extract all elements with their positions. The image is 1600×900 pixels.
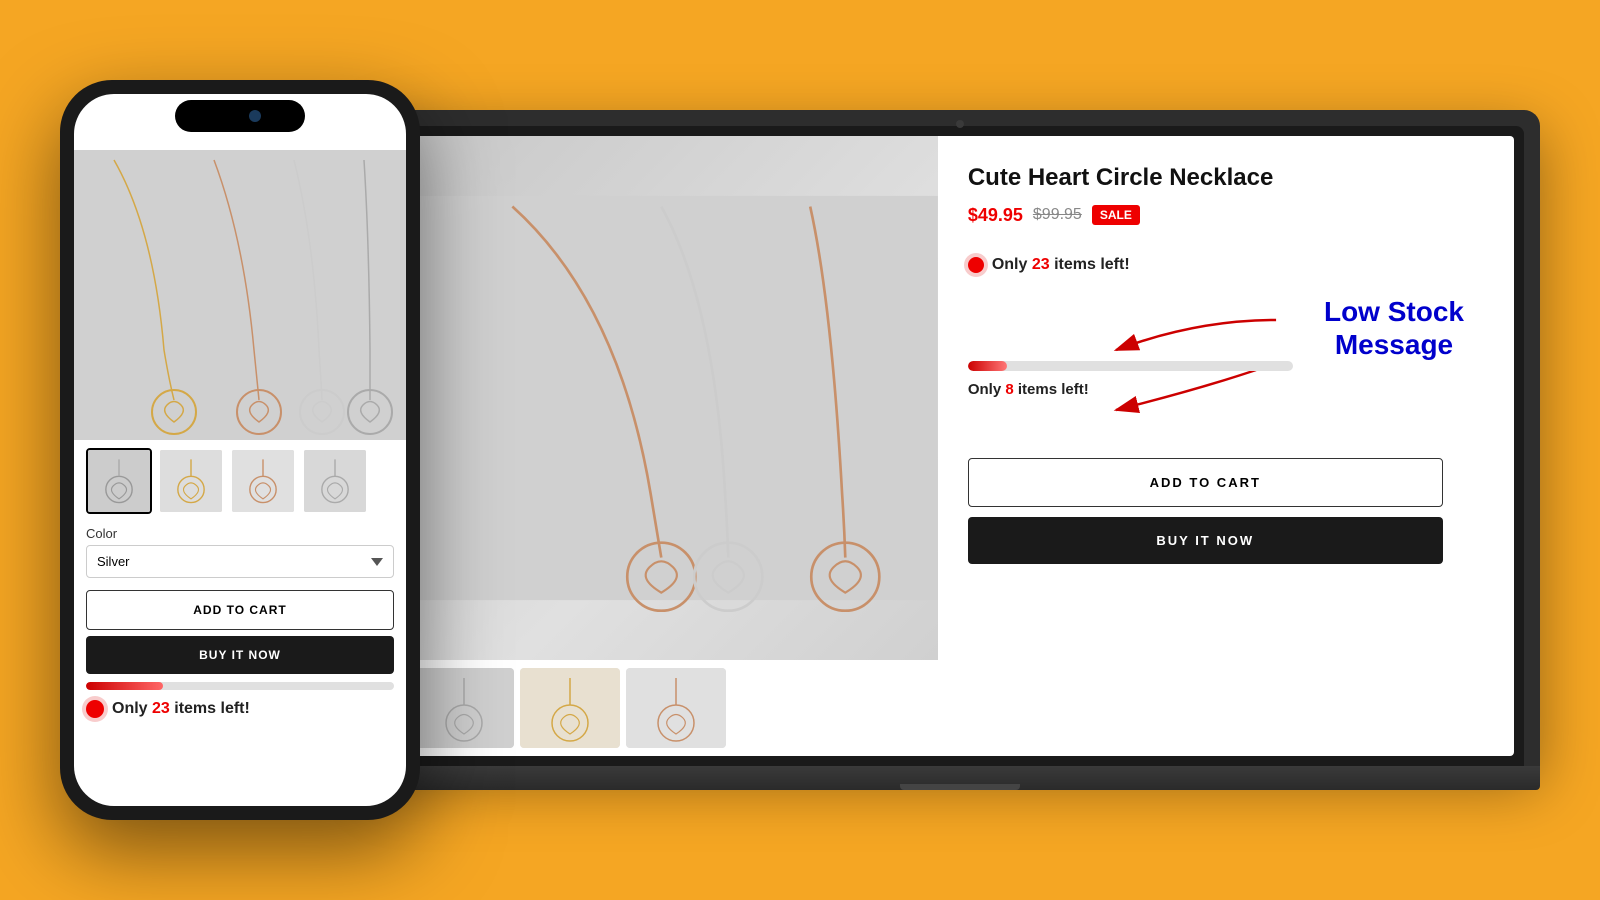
laptop-thumb-3[interactable] — [626, 668, 726, 748]
phone-color-label: Color — [86, 526, 394, 541]
phone-screen-inner: Color Silver Gold Rose Gold ADD TO CART … — [74, 94, 406, 806]
laptop-stock-bar-fill — [968, 361, 1007, 371]
price-row: $49.95 $99.95 SALE — [968, 205, 1484, 226]
phone-stock-bar-fill — [86, 682, 163, 690]
phone-thumb-4[interactable] — [302, 448, 368, 514]
price-sale: $49.95 — [968, 205, 1023, 226]
phone-camera — [249, 110, 261, 122]
laptop-add-to-cart-button[interactable]: ADD TO CART — [968, 458, 1443, 507]
phone-add-to-cart-button[interactable]: ADD TO CART — [86, 590, 394, 630]
laptop-thumb-2[interactable] — [520, 668, 620, 748]
scene: Color Silver Gold Rose Gold ADD TO CART … — [60, 40, 1540, 860]
phone-product-image — [74, 150, 406, 440]
phone-color-section: Color Silver Gold Rose Gold — [74, 522, 406, 584]
phone-thumb-2[interactable] — [158, 448, 224, 514]
laptop-base — [380, 766, 1540, 790]
laptop-body: Cute Heart Circle Necklace $49.95 $99.95… — [380, 110, 1540, 766]
stock-text: Only 23 items left! — [992, 256, 1130, 274]
laptop-stock-text-2: Only 8 items left! — [968, 381, 1329, 398]
phone-body: Color Silver Gold Rose Gold ADD TO CART … — [60, 80, 420, 820]
stock-dot — [968, 257, 984, 273]
phone-stock-text-label: Only 23 items left! — [112, 700, 250, 718]
phone-screen: Color Silver Gold Rose Gold ADD TO CART … — [74, 94, 406, 806]
phone-stock-dot — [86, 700, 104, 718]
sale-badge: SALE — [1092, 205, 1140, 225]
phone-buy-now-button[interactable]: BUY IT NOW — [86, 636, 394, 674]
laptop-camera — [956, 120, 964, 128]
phone-thumb-3[interactable] — [230, 448, 296, 514]
laptop-thumb-1[interactable] — [414, 668, 514, 748]
laptop-stock-bar — [968, 361, 1293, 371]
laptop-buy-now-button[interactable]: BUY IT NOW — [968, 517, 1443, 564]
product-gallery — [406, 136, 938, 756]
price-original: $99.95 — [1033, 206, 1082, 224]
phone-thumb-1[interactable] — [86, 448, 152, 514]
phone-notch — [175, 100, 305, 132]
phone-mockup: Color Silver Gold Rose Gold ADD TO CART … — [60, 80, 420, 820]
phone-stock-bar — [86, 682, 394, 690]
phone-color-select[interactable]: Silver Gold Rose Gold — [86, 545, 394, 578]
product-info: Cute Heart Circle Necklace $49.95 $99.95… — [938, 136, 1514, 756]
stock-indicator: Only 23 items left! — [968, 256, 1484, 274]
laptop-mockup: Cute Heart Circle Necklace $49.95 $99.95… — [380, 110, 1540, 790]
product-title: Cute Heart Circle Necklace — [968, 164, 1484, 193]
main-product-image — [406, 136, 938, 660]
phone-stock-message: Only 23 items left! — [74, 696, 406, 726]
laptop-screen: Cute Heart Circle Necklace $49.95 $99.95… — [406, 136, 1514, 756]
annotation-label: Low StockMessage — [1324, 295, 1464, 362]
phone-thumbnails — [74, 440, 406, 522]
laptop-thumbnails — [406, 660, 938, 756]
laptop-bezel: Cute Heart Circle Necklace $49.95 $99.95… — [396, 126, 1524, 766]
annotation-area: Low StockMessage Only 8 items left! — [968, 290, 1484, 450]
